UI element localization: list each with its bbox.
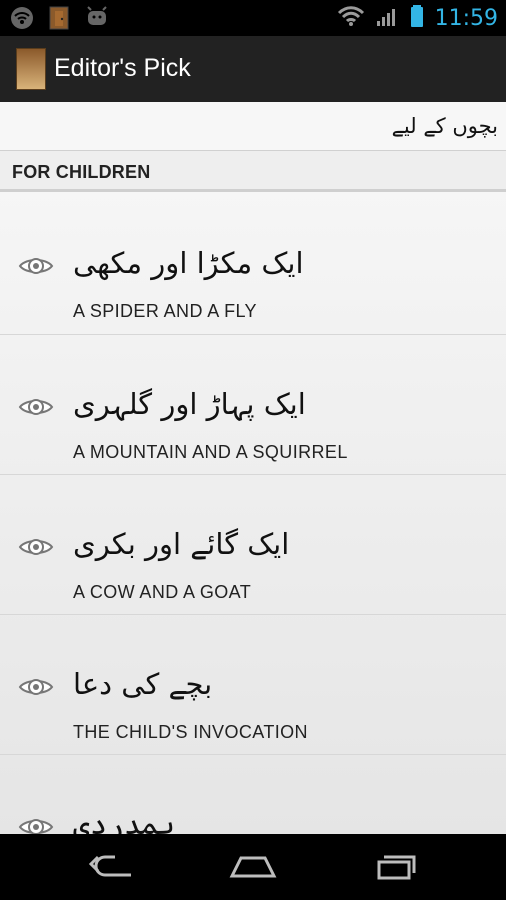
eye-icon: [18, 673, 54, 701]
navigation-bar: [0, 834, 506, 900]
wifi-signal-icon: [337, 5, 365, 31]
status-time: 11:59: [434, 5, 498, 31]
eye-icon: [18, 252, 54, 280]
signal-bars-icon: [375, 5, 399, 31]
status-right-icons: 11:59: [337, 4, 498, 32]
content-area: بچوں کے لیے FOR CHILDREN ایک مکڑا اور مک…: [0, 102, 506, 834]
section-title: FOR CHILDREN: [12, 162, 151, 182]
home-icon: [229, 856, 277, 878]
list-item-mountain-squirrel[interactable]: ایک پہاڑ اور گلہری A MOUNTAIN AND A SQUI…: [0, 335, 506, 475]
status-left-icons: [10, 6, 110, 34]
battery-icon: [409, 4, 425, 32]
android-icon: [84, 6, 110, 34]
english-title: A COW AND A GOAT: [73, 582, 252, 602]
urdu-title: بچے کی دعا: [73, 667, 213, 701]
back-icon: [88, 855, 131, 877]
recent-apps-button[interactable]: [370, 850, 420, 884]
app-icon[interactable]: [16, 48, 46, 90]
urdu-title: ہمدردی: [73, 807, 175, 834]
list-item-cow-goat[interactable]: ایک گائے اور بکری A COW AND A GOAT: [0, 475, 506, 615]
english-title: THE CHILD'S INVOCATION: [73, 722, 308, 742]
list-item-spider-fly[interactable]: ایک مکڑا اور مکھی A SPIDER AND A FLY: [0, 194, 506, 335]
urdu-header: بچوں کے لیے: [0, 102, 506, 151]
english-title: A SPIDER AND A FLY: [73, 301, 257, 321]
list-item-partial[interactable]: ہمدردی: [0, 755, 506, 834]
door-icon: [48, 6, 70, 34]
recent-apps-icon: [377, 855, 416, 880]
action-bar: Editor's Pick: [0, 36, 506, 102]
section-header: FOR CHILDREN: [0, 150, 506, 192]
english-title: A MOUNTAIN AND A SQUIRREL: [73, 442, 348, 462]
wifi-icon: [10, 6, 34, 34]
status-bar: 11:59: [0, 0, 506, 36]
story-list: ایک مکڑا اور مکھی A SPIDER AND A FLY ایک…: [0, 194, 506, 834]
home-button[interactable]: [228, 850, 278, 884]
urdu-title: ایک پہاڑ اور گلہری: [73, 387, 306, 421]
eye-icon: [18, 533, 54, 561]
page-title: Editor's Pick: [54, 54, 191, 82]
list-item-child-invocation[interactable]: بچے کی دعا THE CHILD'S INVOCATION: [0, 615, 506, 755]
urdu-title: ایک گائے اور بکری: [73, 527, 290, 561]
urdu-title: ایک مکڑا اور مکھی: [73, 246, 304, 280]
urdu-header-text: بچوں کے لیے: [391, 114, 498, 138]
back-button[interactable]: [88, 850, 138, 884]
eye-icon: [18, 813, 54, 834]
eye-icon: [18, 393, 54, 421]
